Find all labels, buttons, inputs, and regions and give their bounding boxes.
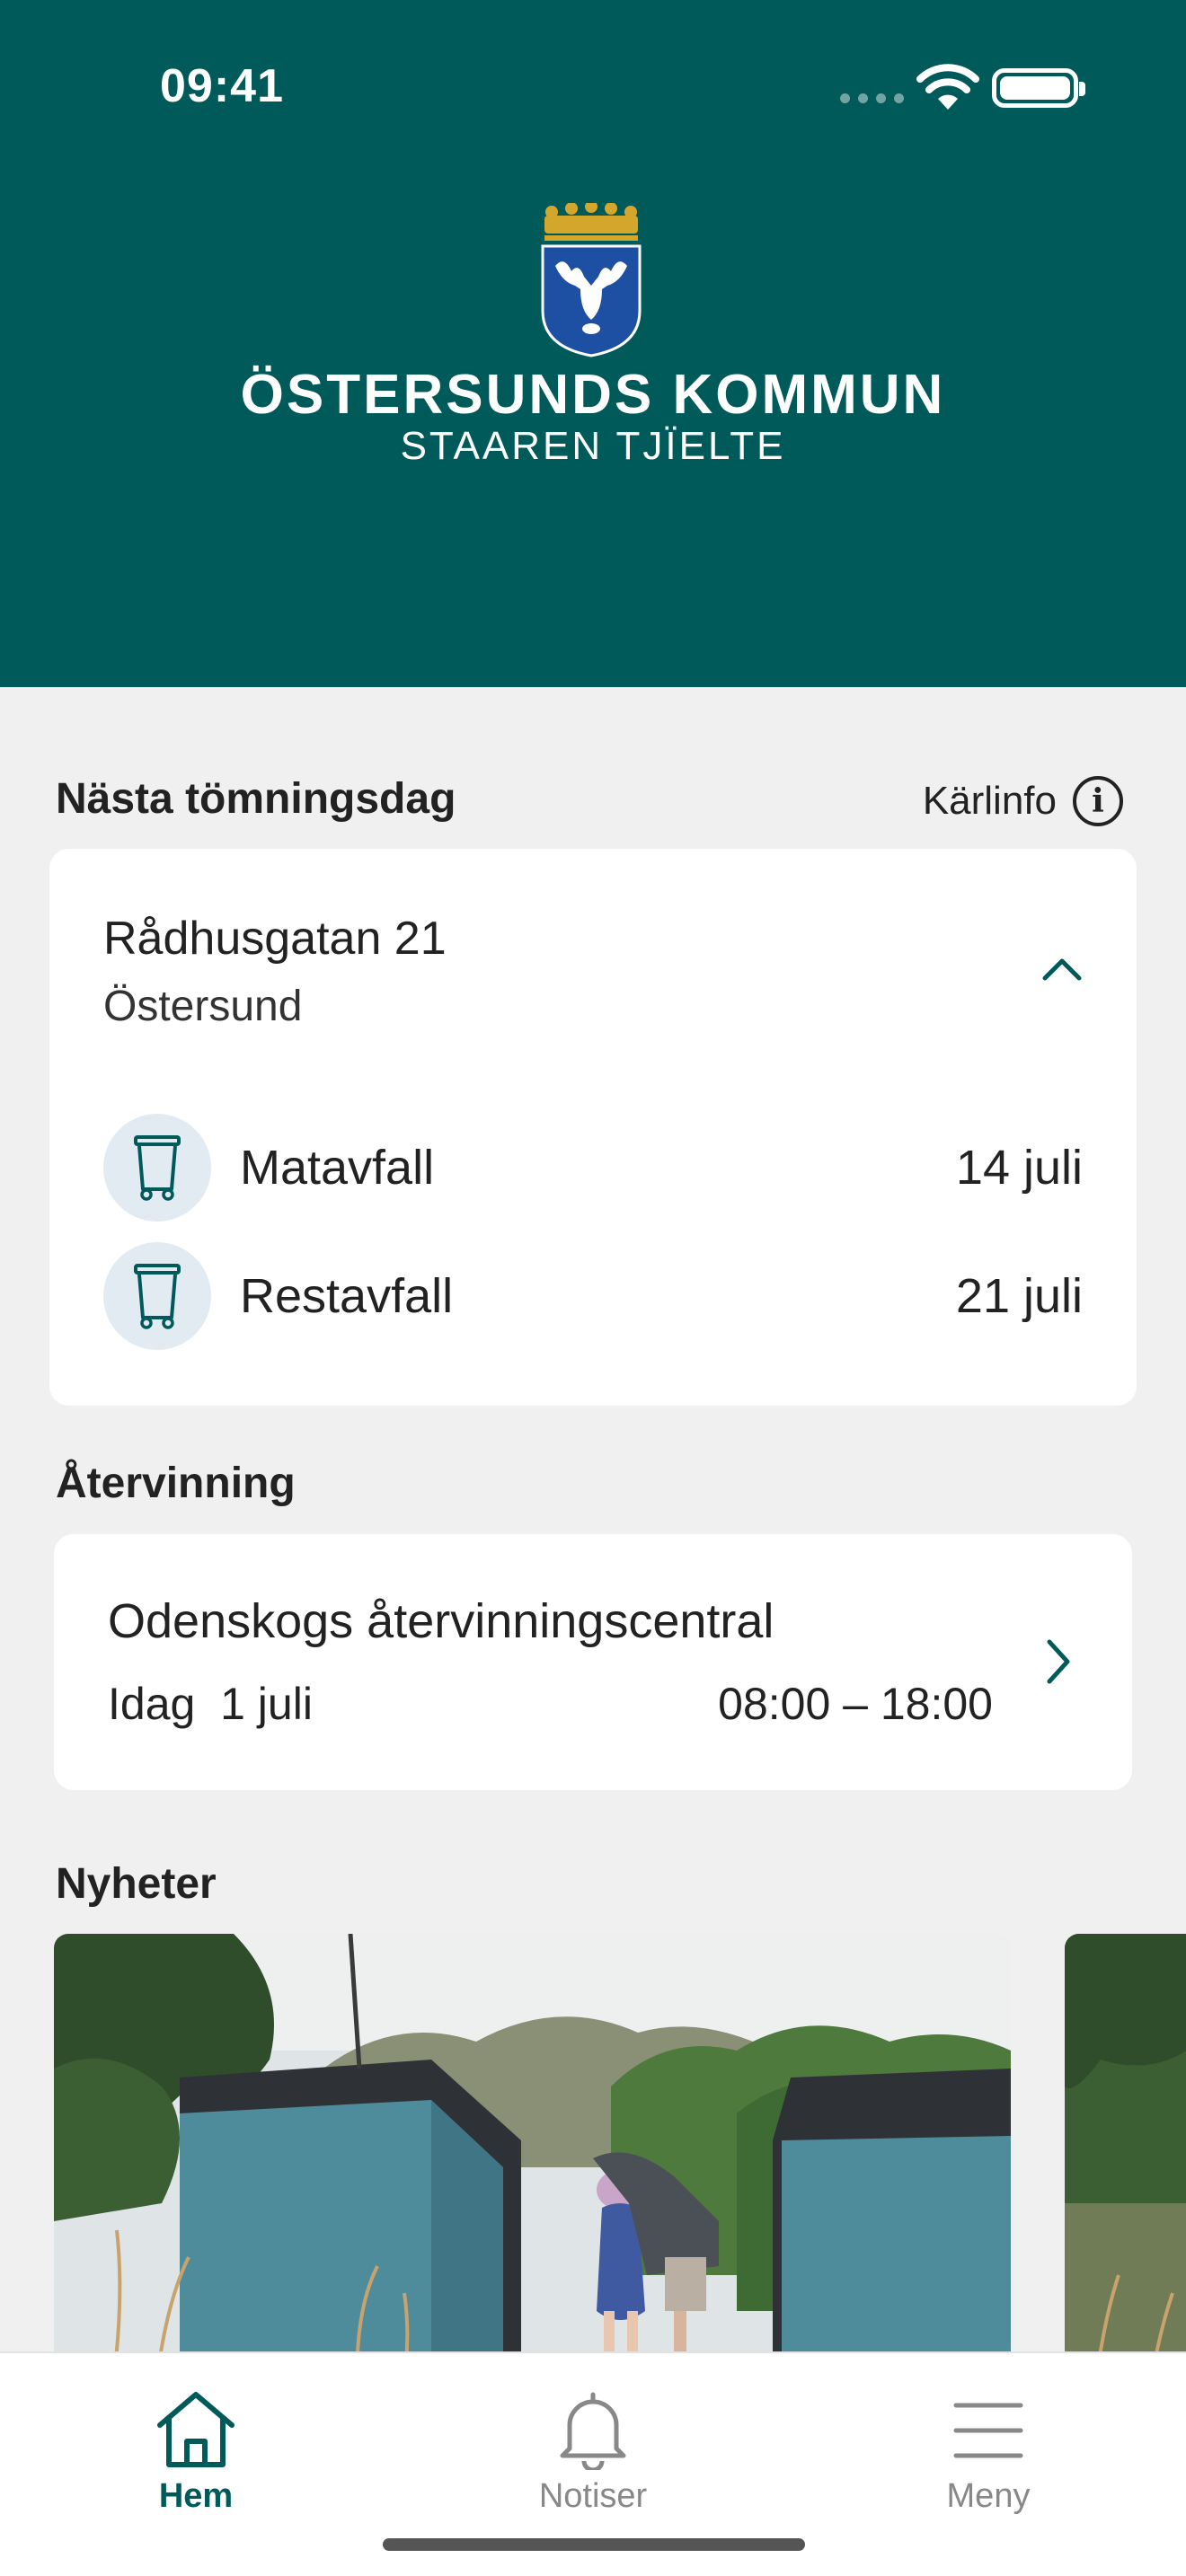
wifi-icon bbox=[916, 64, 979, 110]
cellular-signal-icon bbox=[840, 93, 904, 103]
address-city: Östersund bbox=[103, 983, 303, 1030]
municipality-logo bbox=[541, 203, 642, 357]
bin-date: 21 juli bbox=[955, 1269, 1083, 1323]
opening-day: Idag 1 juli bbox=[108, 1679, 313, 1729]
bin-info-label: Kärlinfo bbox=[922, 779, 1057, 823]
chevron-right-icon bbox=[1047, 1639, 1070, 1684]
bin-icon bbox=[103, 1242, 211, 1350]
bell-icon bbox=[560, 2392, 626, 2470]
recycling-title: Återvinning bbox=[56, 1460, 296, 1507]
opening-hours: 08:00 – 18:00 bbox=[718, 1679, 993, 1729]
recycling-center-name: Odenskogs återvinningscentral bbox=[108, 1594, 774, 1648]
bin-icon bbox=[103, 1114, 211, 1222]
bin-row-residual-waste: Restavfall 21 juli bbox=[103, 1242, 1083, 1350]
status-time: 09:41 bbox=[160, 60, 284, 112]
bin-label: Matavfall bbox=[240, 1141, 435, 1195]
info-icon: i bbox=[1073, 776, 1123, 826]
tab-label: Hem bbox=[158, 2477, 234, 2515]
tab-label: Notiser bbox=[538, 2477, 648, 2515]
battery-icon bbox=[992, 68, 1085, 108]
tab-label: Meny bbox=[946, 2477, 1031, 2515]
tab-home[interactable]: Hem bbox=[97, 2389, 295, 2516]
news-title: Nyheter bbox=[56, 1860, 217, 1908]
menu-icon bbox=[953, 2403, 1023, 2458]
municipality-name-south-sami: STAAREN TJÏELTE bbox=[400, 424, 786, 468]
app-header: 09:41 ÖSTERSUNDS KOMMUN STAAREN TJÏELTE bbox=[0, 0, 1186, 687]
home-indicator bbox=[383, 2538, 805, 2551]
bin-date: 14 juli bbox=[955, 1141, 1083, 1195]
home-icon bbox=[157, 2392, 235, 2467]
chevron-up-icon[interactable] bbox=[1040, 948, 1084, 992]
address-card: Rådhusgatan 21 Östersund Matavfall 14 ju… bbox=[49, 849, 1137, 1406]
news-card-image[interactable] bbox=[54, 1934, 1011, 2419]
next-collection-title: Nästa tömningsdag bbox=[56, 775, 456, 823]
address-street: Rådhusgatan 21 bbox=[103, 913, 447, 965]
tab-notifications[interactable]: Notiser bbox=[494, 2389, 692, 2516]
recycling-center-card[interactable]: Odenskogs återvinningscentral Idag 1 jul… bbox=[54, 1534, 1132, 1790]
bin-row-food-waste: Matavfall 14 juli bbox=[103, 1114, 1083, 1222]
tab-menu[interactable]: Meny bbox=[890, 2389, 1087, 2516]
bin-label: Restavfall bbox=[240, 1269, 454, 1323]
news-card-image[interactable] bbox=[1065, 1934, 1186, 2419]
municipality-name: ÖSTERSUNDS KOMMUN bbox=[240, 364, 946, 426]
bin-info-link[interactable]: Kärlinfo i bbox=[923, 776, 1123, 826]
